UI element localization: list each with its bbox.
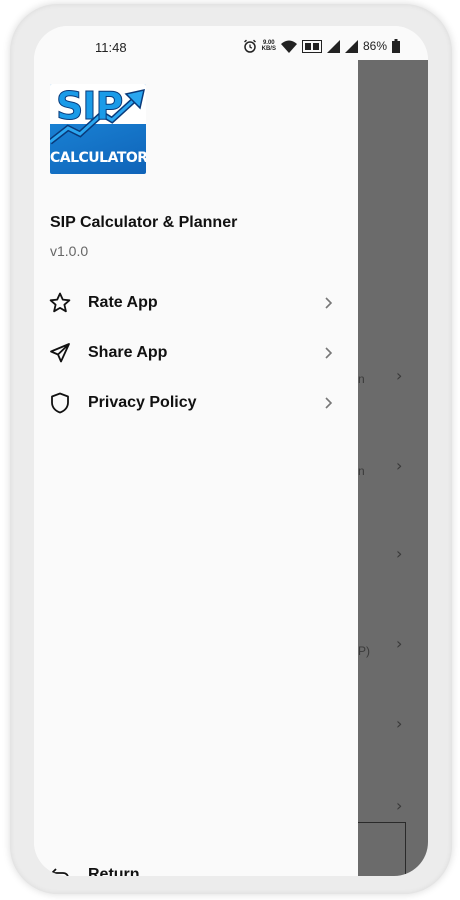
chevron-right-icon: ›: [396, 714, 403, 733]
volte-icon: [301, 39, 322, 53]
device-frame: n › n › › P) › › › 11:48 9.00 KB/S 86% S…: [0, 0, 460, 900]
menu-item-label: Privacy Policy: [88, 394, 197, 411]
app-logo: SIP CALCULATOR: [50, 84, 146, 174]
logo-top-text: SIP: [55, 84, 123, 129]
battery-icon: [392, 39, 400, 53]
chevron-right-icon: [325, 397, 333, 409]
background-card: [358, 822, 406, 876]
dimmed-background-content[interactable]: n › n › › P) › › ›: [358, 60, 428, 876]
menu-item-label: Share App: [88, 344, 168, 361]
logo-bottom-text: CALCULATOR: [50, 150, 146, 166]
shield-icon: [51, 392, 69, 414]
status-time: 11:48: [95, 40, 127, 55]
chevron-right-icon: ›: [396, 796, 403, 815]
send-icon: [50, 343, 70, 363]
menu-item-rate-app[interactable]: Rate App: [34, 278, 358, 328]
chevron-right-icon: [325, 297, 333, 309]
status-bar: 11:48 9.00 KB/S 86%: [34, 26, 428, 60]
signal-icon: [344, 39, 358, 53]
return-icon: [51, 868, 69, 876]
status-icons: 9.00 KB/S 86%: [243, 39, 400, 53]
background-text-fragment: P): [358, 644, 370, 658]
return-label: Return: [88, 866, 140, 876]
return-button[interactable]: Return: [34, 860, 358, 876]
star-icon: [49, 292, 71, 313]
menu-item-label: Rate App: [88, 294, 158, 311]
background-text-fragment: n: [358, 372, 365, 386]
menu-item-privacy-policy[interactable]: Privacy Policy: [34, 378, 358, 428]
app-name: SIP Calculator & Planner: [50, 214, 238, 231]
background-text-fragment: n: [358, 464, 365, 478]
wifi-icon: [280, 40, 297, 53]
navigation-drawer: SIP CALCULATOR SIP Calculator & Planner …: [34, 60, 358, 876]
chevron-right-icon: ›: [396, 634, 403, 653]
network-speed: 9.00 KB/S: [262, 40, 276, 52]
chevron-right-icon: ›: [396, 366, 403, 385]
network-speed-unit: KB/S: [261, 46, 276, 52]
alarm-icon: [243, 39, 256, 53]
battery-percentage: 86%: [362, 39, 387, 53]
menu-item-share-app[interactable]: Share App: [34, 328, 358, 378]
signal-icon: [326, 39, 340, 53]
chevron-right-icon: ›: [396, 544, 403, 563]
app-version: v1.0.0: [50, 243, 89, 259]
drawer-menu: Rate App Share App Privacy Policy: [34, 278, 358, 428]
phone-screen: n › n › › P) › › › 11:48 9.00 KB/S 86% S…: [34, 26, 428, 876]
chevron-right-icon: ›: [396, 456, 403, 475]
chevron-right-icon: [325, 347, 333, 359]
